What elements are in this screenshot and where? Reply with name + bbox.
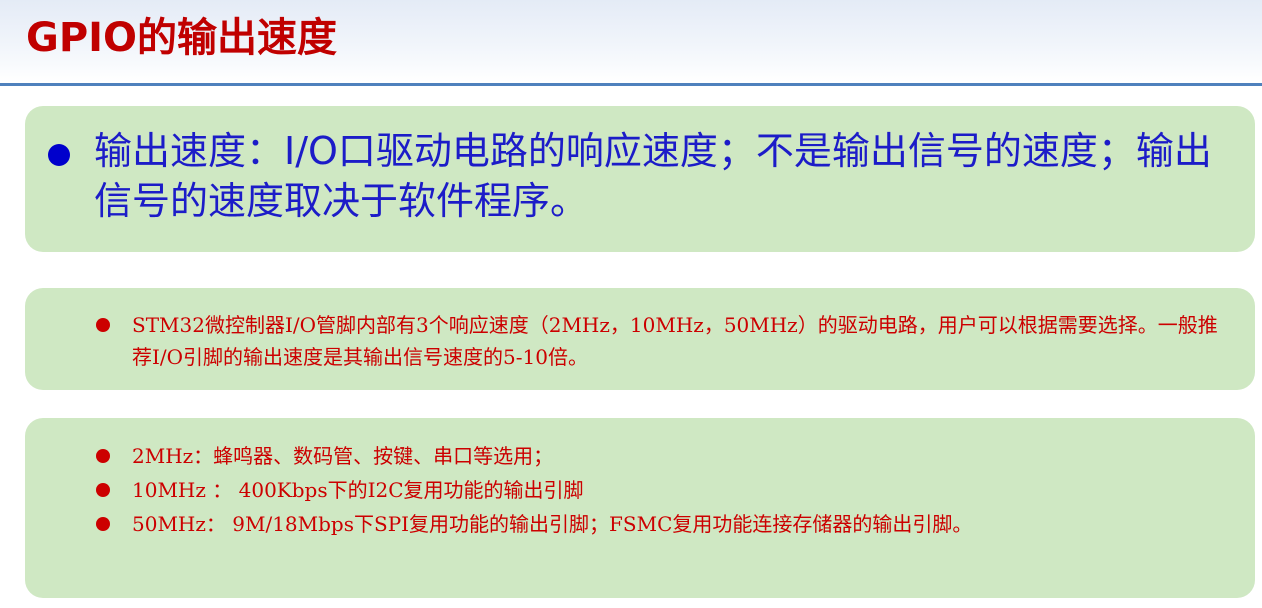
slide-title: GPIO的输出速度 [26, 15, 338, 61]
speed-item-50mhz: 50MHz： 9M/18Mbps下SPI复用功能的输出引脚；FSMC复用功能连接… [96, 508, 1226, 540]
bullet-dot-icon [96, 517, 110, 531]
speed-item-text: 50MHz： 9M/18Mbps下SPI复用功能的输出引脚；FSMC复用功能连接… [132, 512, 973, 536]
speed-item-text: 2MHz：蜂鸣器、数码管、按键、串口等选用； [132, 444, 554, 468]
main-bullet-item: 输出速度：I/O口驱动电路的响应速度；不是输出信号的速度；输出信号的速度取决于软… [48, 126, 1243, 226]
bullet-dot-icon [96, 318, 110, 332]
speed-item-10mhz: 10MHz ： 400Kbps下的I2C复用功能的输出引脚 [96, 474, 1226, 506]
speed-item-2mhz: 2MHz：蜂鸣器、数码管、按键、串口等选用； [96, 440, 1226, 472]
speed-item-text: 10MHz ： 400Kbps下的I2C复用功能的输出引脚 [132, 478, 584, 502]
detail-bullet-item: STM32微控制器I/O管脚内部有3个响应速度（2MHz，10MHz，50MHz… [96, 309, 1226, 373]
main-bullet-text: 输出速度：I/O口驱动电路的响应速度；不是输出信号的速度；输出信号的速度取决于软… [94, 129, 1212, 223]
detail-bullet-text: STM32微控制器I/O管脚内部有3个响应速度（2MHz，10MHz，50MHz… [132, 313, 1218, 369]
bullet-dot-icon [96, 449, 110, 463]
bullet-dot-icon [48, 144, 70, 166]
header-divider [0, 83, 1262, 86]
slide-header: GPIO的输出速度 [0, 0, 1262, 82]
bullet-dot-icon [96, 483, 110, 497]
